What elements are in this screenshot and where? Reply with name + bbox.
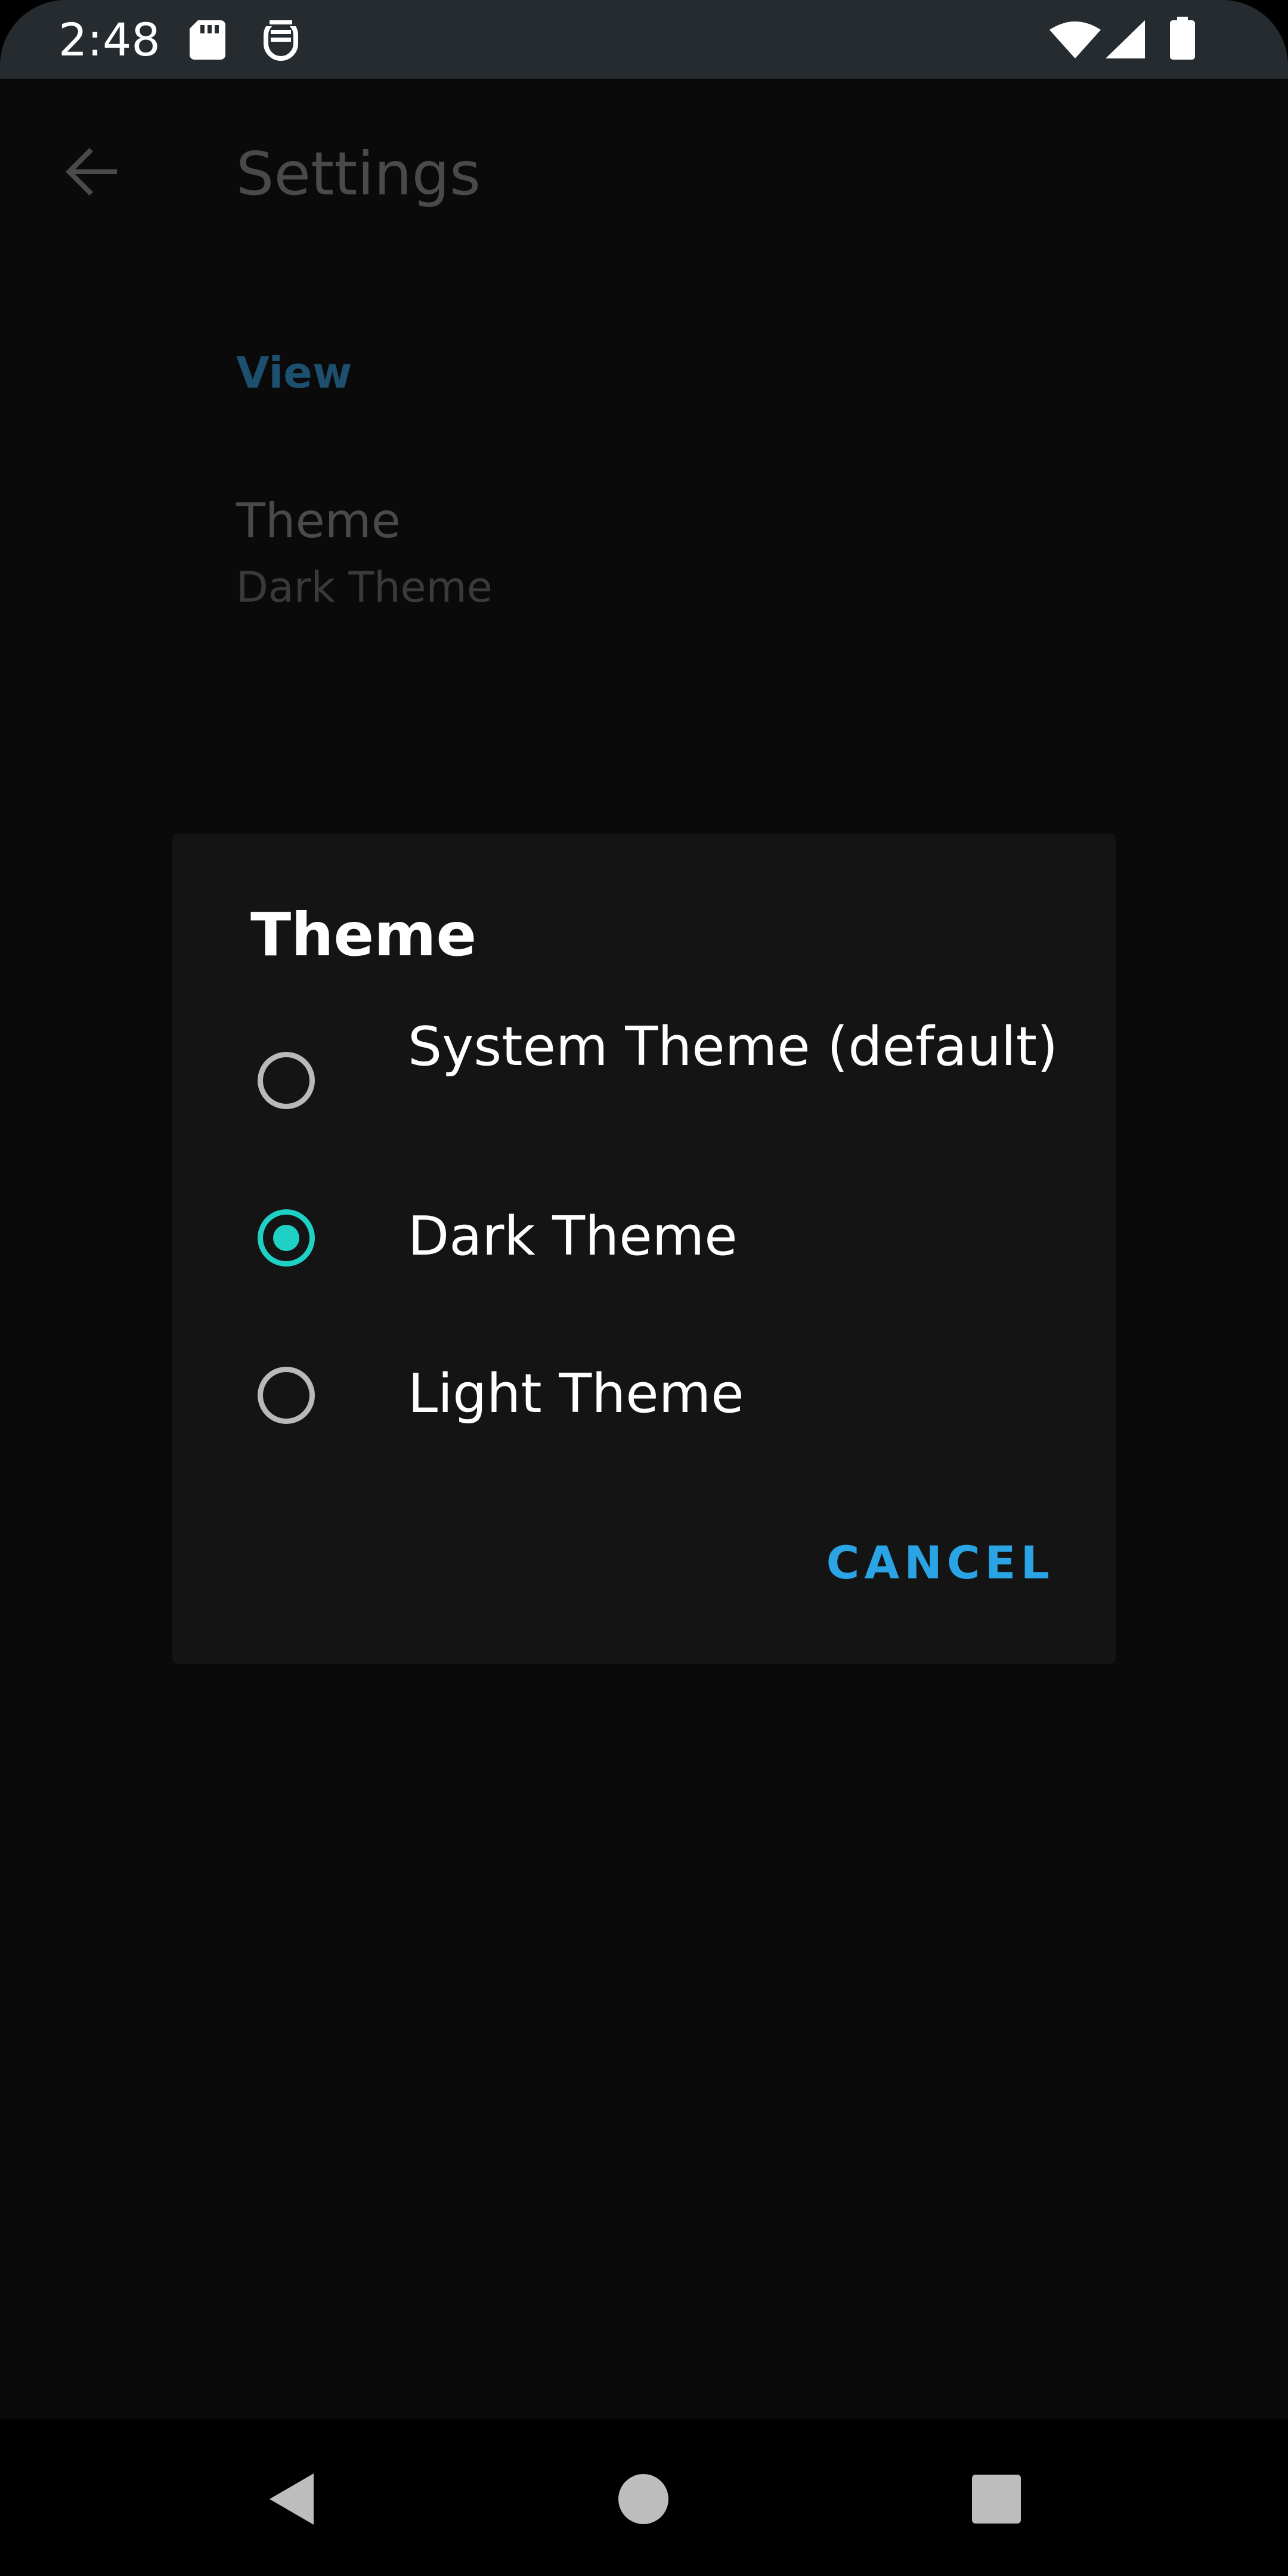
cancel-button[interactable]: CANCEL	[826, 1536, 1054, 1590]
theme-preference-title: Theme	[236, 493, 401, 549]
option-light-theme[interactable]: Light Theme	[172, 1360, 1116, 1461]
theme-dialog: Theme System Theme (default) Dark Theme …	[172, 834, 1116, 1664]
status-time: 2:48	[58, 13, 160, 66]
navigation-bar	[0, 2419, 1288, 2576]
nav-home-icon[interactable]	[611, 2466, 676, 2532]
notification-app-icon	[262, 18, 299, 63]
option-system-theme[interactable]: System Theme (default)	[172, 1013, 1116, 1162]
nav-recents-icon[interactable]	[964, 2466, 1029, 2532]
theme-preference-summary: Dark Theme	[236, 563, 493, 612]
sd-card-icon	[190, 20, 225, 62]
option-label: System Theme (default)	[408, 1015, 1058, 1078]
radio-button[interactable]	[258, 1052, 315, 1109]
phone-screen: 2:48 Settings View Theme Dark Theme Them…	[0, 0, 1288, 2576]
page-title: Settings	[236, 139, 481, 209]
option-dark-theme[interactable]: Dark Theme	[172, 1202, 1116, 1304]
cell-signal-icon	[1106, 20, 1145, 61]
radio-button[interactable]	[258, 1367, 315, 1424]
status-bar: 2:48	[0, 0, 1288, 79]
option-label: Dark Theme	[408, 1205, 738, 1268]
option-label: Light Theme	[408, 1363, 744, 1425]
section-header-view: View	[236, 348, 352, 398]
arrow-back-icon[interactable]	[62, 142, 122, 202]
battery-icon	[1170, 17, 1195, 62]
wifi-icon	[1049, 21, 1101, 61]
nav-back-icon[interactable]	[261, 2466, 327, 2532]
dialog-title: Theme	[250, 900, 477, 970]
radio-button-selected[interactable]	[258, 1209, 315, 1267]
